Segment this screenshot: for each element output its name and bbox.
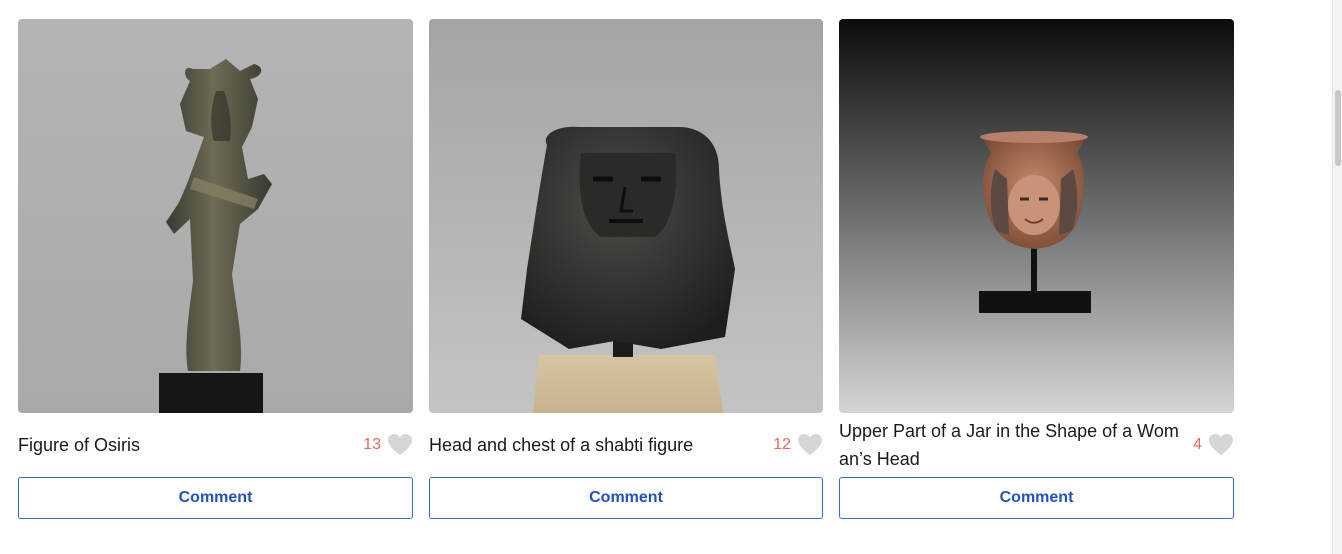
like-control[interactable]: 13 [363,433,413,457]
vertical-scrollbar[interactable] [1332,0,1342,554]
artwork-title[interactable]: Head and chest of a shabti figure [429,431,769,459]
heart-icon[interactable] [387,433,413,457]
artwork-title[interactable]: Upper Part of a Jar in the Shape of a Wo… [839,417,1179,473]
comment-button[interactable]: Comment [429,477,823,519]
comment-button[interactable]: Comment [18,477,413,519]
comment-button[interactable]: Comment [839,477,1234,519]
like-count: 12 [773,436,791,453]
like-control[interactable]: 12 [773,433,823,457]
artwork-card: Figure of Osiris 13 Comment [18,19,413,519]
artwork-card: Upper Part of a Jar in the Shape of a Wo… [839,19,1234,519]
artwork-card: Head and chest of a shabti figure 12 Com… [429,19,823,519]
artwork-grid: Figure of Osiris 13 Comment Head and che… [18,19,1234,519]
heart-icon[interactable] [797,433,823,457]
artwork-meta: Head and chest of a shabti figure 12 [429,413,823,477]
artwork-meta: Figure of Osiris 13 [18,413,413,477]
artwork-meta: Upper Part of a Jar in the Shape of a Wo… [839,413,1234,477]
like-control[interactable]: 4 [1193,433,1234,457]
artwork-title[interactable]: Figure of Osiris [18,431,358,459]
like-count: 13 [363,436,381,453]
scrollbar-thumb[interactable] [1335,90,1341,166]
artwork-image[interactable] [429,19,823,413]
artwork-image[interactable] [839,19,1234,413]
artwork-image[interactable] [18,19,413,413]
like-count: 4 [1193,436,1202,453]
heart-icon[interactable] [1208,433,1234,457]
